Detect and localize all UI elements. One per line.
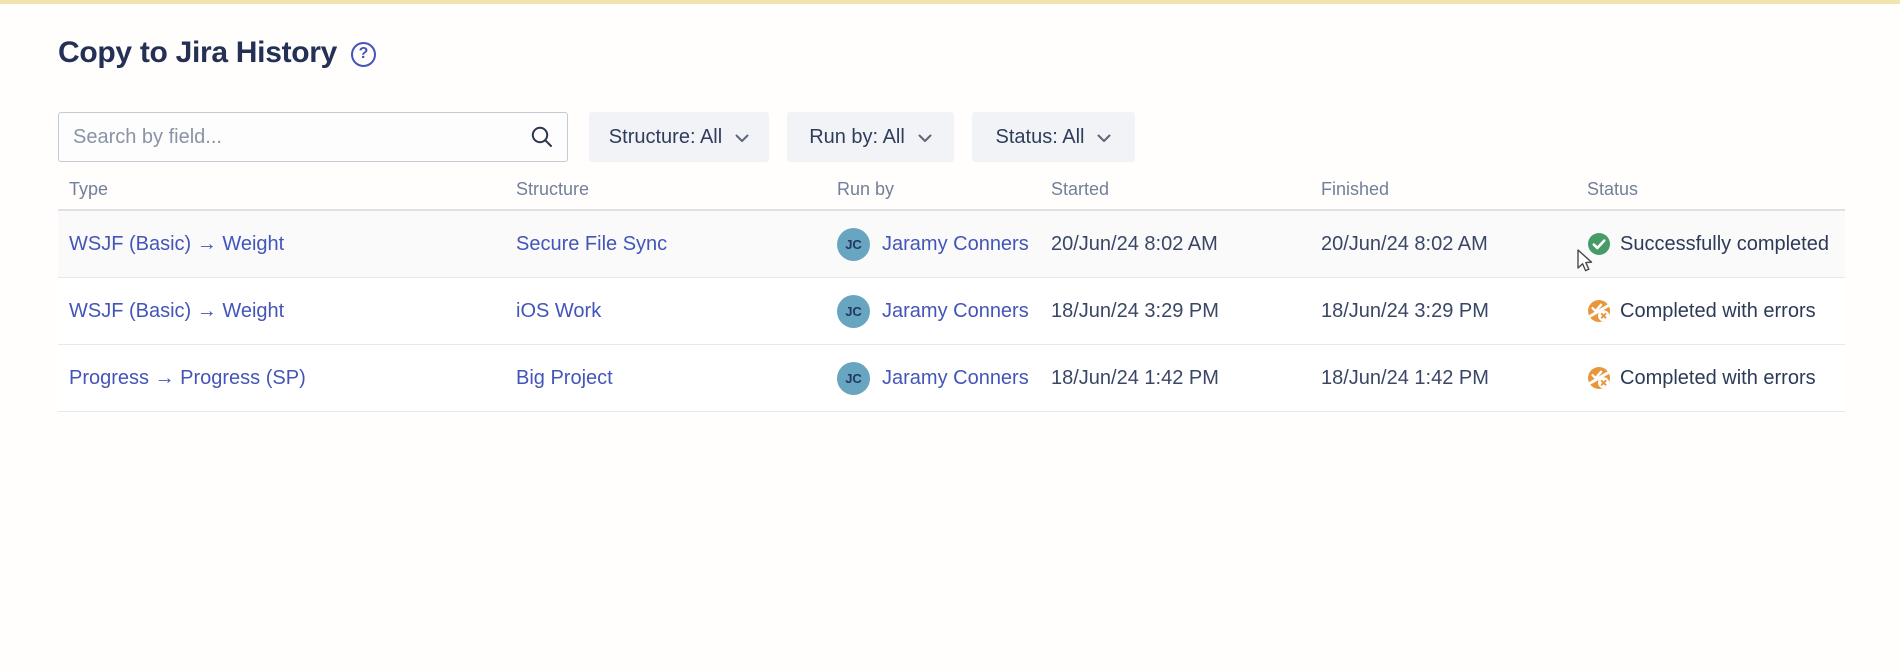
status-label: Successfully completed	[1620, 233, 1829, 256]
avatar: JC	[837, 228, 870, 261]
run-by-link[interactable]: Jaramy Conners	[882, 233, 1029, 256]
started-value: 18/Jun/24 1:42 PM	[1051, 367, 1219, 390]
help-icon[interactable]: ?	[351, 42, 376, 67]
header-run-by: Run by	[837, 179, 1051, 200]
chevron-down-icon	[918, 134, 932, 143]
page-header: Copy to Jira History ?	[58, 31, 1845, 75]
type-link[interactable]: WSJF (Basic) → Weight	[69, 233, 284, 256]
table-header: Type Structure Run by Started Finished S…	[58, 162, 1845, 211]
status-warning-icon	[1587, 299, 1611, 323]
status-warning-icon	[1587, 366, 1611, 390]
copy-to-jira-history-page: Copy to Jira History ? Structure: All Ru…	[58, 31, 1845, 412]
filter-toolbar: Structure: All Run by: All Status: All	[58, 112, 1845, 162]
status-filter-label: Status: All	[996, 126, 1085, 149]
finished-value: 20/Jun/24 8:02 AM	[1321, 233, 1488, 256]
structure-link[interactable]: Big Project	[516, 367, 613, 390]
chevron-down-icon	[1097, 134, 1111, 143]
table-row: Progress → Progress (SP) Big Project JC …	[58, 345, 1845, 412]
structure-link[interactable]: Secure File Sync	[516, 233, 667, 256]
run-by-link[interactable]: Jaramy Conners	[882, 300, 1029, 323]
table-body: WSJF (Basic) → Weight Secure File Sync J…	[58, 211, 1845, 412]
page-title: Copy to Jira History	[58, 36, 337, 70]
avatar: JC	[837, 362, 870, 395]
run-by-link[interactable]: Jaramy Conners	[882, 367, 1029, 390]
chevron-down-icon	[735, 134, 749, 143]
structure-link[interactable]: iOS Work	[516, 300, 601, 323]
started-value: 20/Jun/24 8:02 AM	[1051, 233, 1218, 256]
type-link[interactable]: WSJF (Basic) → Weight	[69, 300, 284, 323]
header-status: Status	[1587, 179, 1845, 200]
status-label: Completed with errors	[1620, 367, 1816, 390]
status-label: Completed with errors	[1620, 300, 1816, 323]
avatar: JC	[837, 295, 870, 328]
search-field-wrap	[58, 112, 568, 162]
finished-value: 18/Jun/24 1:42 PM	[1321, 367, 1489, 390]
header-started: Started	[1051, 179, 1321, 200]
status-filter-button[interactable]: Status: All	[972, 112, 1135, 162]
status-success-icon	[1587, 232, 1611, 256]
header-structure: Structure	[516, 179, 837, 200]
search-input[interactable]	[58, 112, 568, 162]
table-row: WSJF (Basic) → Weight iOS Work JC Jaramy…	[58, 278, 1845, 345]
structure-filter-button[interactable]: Structure: All	[589, 112, 769, 162]
type-link[interactable]: Progress → Progress (SP)	[69, 367, 306, 390]
finished-value: 18/Jun/24 3:29 PM	[1321, 300, 1489, 323]
header-finished: Finished	[1321, 179, 1587, 200]
run-by-filter-label: Run by: All	[809, 126, 905, 149]
top-accent-bar	[0, 0, 1900, 4]
started-value: 18/Jun/24 3:29 PM	[1051, 300, 1219, 323]
structure-filter-label: Structure: All	[609, 126, 722, 149]
table-row: WSJF (Basic) → Weight Secure File Sync J…	[58, 211, 1845, 278]
header-type: Type	[58, 179, 516, 200]
run-by-filter-button[interactable]: Run by: All	[787, 112, 954, 162]
